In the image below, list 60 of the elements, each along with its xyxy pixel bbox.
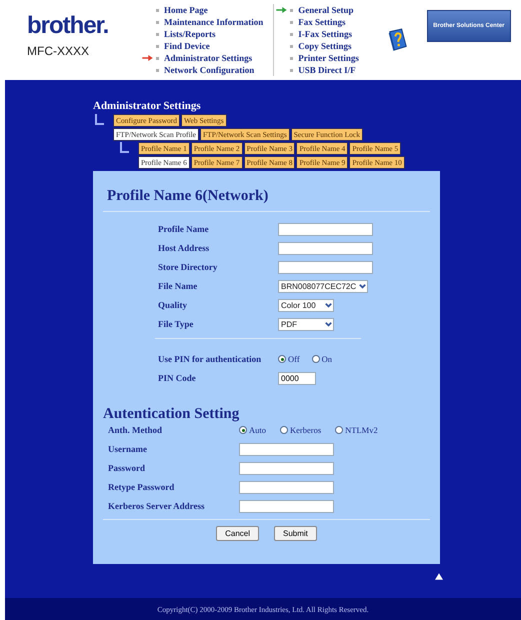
field-label: Password	[108, 463, 146, 473]
radio-label: Off	[288, 354, 300, 364]
caret-icon	[358, 282, 368, 290]
field-label: File Name	[158, 281, 198, 291]
brand-logo[interactable]: brother.	[27, 14, 108, 38]
help-book-icon[interactable]	[386, 28, 409, 52]
dropdown[interactable]: PDF	[278, 318, 334, 330]
section-title: Administrator Settings	[93, 100, 202, 113]
input-field[interactable]: 0000	[278, 372, 316, 384]
caret-icon	[324, 300, 333, 310]
field-label: Store Directory	[158, 262, 218, 272]
radio-button[interactable]	[278, 355, 286, 363]
nav-link[interactable]: Home Page	[164, 5, 208, 15]
input-field[interactable]	[239, 442, 334, 456]
model-name: MFC-XXXX	[27, 44, 90, 58]
field-label: Retype Password	[108, 482, 176, 492]
input-field[interactable]	[278, 242, 373, 254]
field-label: Anth. Method	[108, 425, 164, 435]
nav-link[interactable]: Printer Settings	[298, 53, 359, 63]
radio-label: NTLMv2	[345, 425, 378, 435]
scroll-top-icon[interactable]	[435, 573, 443, 580]
input-field[interactable]	[239, 500, 334, 512]
tree-line	[95, 114, 104, 125]
nav-link[interactable]: Maintenance Information	[164, 17, 264, 27]
field-label: Profile Name	[158, 224, 210, 234]
section-heading: Autentication Setting	[103, 405, 240, 423]
radio-label: On	[322, 354, 332, 364]
field-label: Kerberos Server Address	[108, 501, 206, 511]
dropdown[interactable]: Color 100	[278, 298, 334, 312]
caret-icon	[324, 320, 333, 328]
nav-link[interactable]: USB Direct I/F	[298, 65, 356, 75]
nav-link[interactable]: Network Configuration	[164, 65, 254, 75]
section-heading: Profile Name 6(Network)	[106, 187, 270, 205]
radio-button[interactable]	[239, 426, 247, 434]
field-label: Host Address	[158, 243, 210, 253]
nav-link[interactable]: Fax Settings	[298, 17, 346, 27]
input-field[interactable]	[239, 480, 334, 494]
dropdown[interactable]: BRN008077CEC72C	[278, 280, 368, 292]
nav-link[interactable]: General Setup	[298, 5, 354, 15]
radio-button[interactable]	[335, 426, 344, 434]
input-field[interactable]	[278, 260, 373, 274]
nav-link[interactable]: Lists/Reports	[164, 29, 216, 39]
field-label: Username	[108, 444, 148, 454]
form-button[interactable]: Cancel	[216, 526, 259, 541]
field-label: Quality	[158, 300, 188, 310]
field-label: PIN Code	[158, 373, 197, 383]
radio-label: Kerberos	[290, 425, 322, 435]
radio-label: Auto	[249, 425, 266, 435]
radio-button[interactable]	[312, 355, 320, 363]
radio-button[interactable]	[280, 426, 288, 434]
form-button[interactable]: Submit	[274, 526, 317, 541]
field-label: File Type	[158, 319, 194, 329]
nav-link[interactable]: Copy Settings	[298, 41, 352, 51]
tree-line	[120, 142, 129, 153]
nav-link[interactable]: Administrator Settings	[164, 53, 252, 63]
input-field[interactable]	[278, 222, 373, 236]
input-field[interactable]	[239, 462, 334, 474]
field-label: Use PIN for authentication	[158, 354, 262, 364]
nav-link[interactable]: Find Device	[164, 41, 210, 51]
nav-link[interactable]: I-Fax Settings	[298, 29, 352, 39]
